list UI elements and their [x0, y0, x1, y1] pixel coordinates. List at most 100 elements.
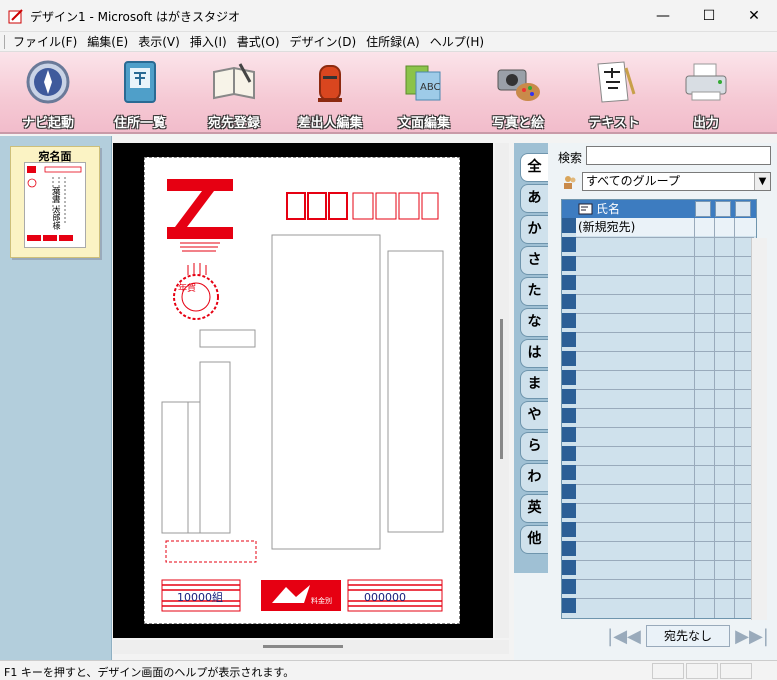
maximize-icon: ☐ [702, 8, 716, 24]
group-icon [564, 176, 576, 189]
mailbox-icon [318, 65, 342, 102]
sender-edit-label: 差出人編集 [297, 116, 363, 131]
tab-all[interactable]: 全 [520, 153, 548, 182]
lottery-fee-label: 料金別 [311, 596, 332, 605]
menu-format[interactable]: 書式(O) [237, 33, 280, 50]
print-column-icon[interactable] [735, 201, 751, 217]
address-side-thumbnail[interactable]: 宛名面 葉書 太郎様 [10, 146, 100, 258]
recipient-address-frame [271, 234, 381, 550]
address-book-panel: 全 あ か さ た な は ま や ら わ 英 他 検索 すべてのグループ ▼ … [514, 143, 777, 660]
sender-postal-boxes [165, 540, 257, 563]
menu-help[interactable]: ヘルプ(H) [430, 33, 484, 50]
menu-edit[interactable]: 編集(E) [87, 33, 128, 50]
last-record-icon[interactable]: ▶▶| [732, 625, 772, 649]
text-label: テキスト [588, 116, 640, 131]
navi-button[interactable]: ナビ起動 [6, 56, 90, 132]
close-button[interactable]: ✕ [731, 0, 777, 32]
output-button[interactable]: 出力 [664, 56, 748, 132]
menu-file[interactable]: ファイル(F) [13, 33, 77, 50]
vertical-scroll-thumb[interactable] [500, 319, 503, 459]
tab-na[interactable]: な [520, 308, 548, 337]
status-pane [720, 663, 752, 679]
address-table-scrollbar[interactable] [751, 238, 767, 620]
title-bar: デザイン1 - Microsoft はがきスタジオ — ☐ ✕ [0, 0, 777, 32]
lottery-crane-panel [261, 580, 341, 611]
sent-column-icon[interactable] [695, 201, 711, 217]
search-input[interactable] [586, 146, 771, 165]
status-pane [686, 663, 718, 679]
status-bar: F1 キーを押すと、デザイン画面のヘルプが表示されます。 [0, 660, 777, 680]
menu-address[interactable]: 住所録(A) [366, 33, 420, 50]
sender-edit-button[interactable]: 差出人編集 [288, 56, 372, 132]
tab-a[interactable]: あ [520, 184, 548, 213]
tab-sa[interactable]: さ [520, 246, 548, 275]
register-button[interactable]: 宛先登録 [192, 56, 276, 132]
tab-eng[interactable]: 英 [520, 494, 548, 523]
stamp-label: 年賀 [178, 282, 196, 294]
row-marker-column [562, 218, 576, 618]
document-edit-icon: ABC [405, 65, 441, 101]
zodiac-snake-icon [167, 179, 233, 252]
tab-ma[interactable]: ま [520, 370, 548, 399]
status-pane [652, 663, 684, 679]
window-title: デザイン1 - Microsoft はがきスタジオ [30, 10, 241, 24]
status-text: F1 キーを押すと、デザイン画面のヘルプが表示されます。 [4, 666, 295, 679]
grid-line [694, 218, 695, 618]
text-edit-button[interactable]: ABC 文面編集 [382, 56, 466, 132]
compass-icon [26, 60, 70, 104]
photo-button[interactable]: 写真と絵 [476, 56, 560, 132]
index-tab-strip: 全 あ か さ た な は ま や ら わ 英 他 [514, 143, 548, 573]
main-toolbar: ナビ起動 住所一覧 宛先登録 差出人編集 ABC 文面編集 写真と絵 テキスト … [0, 52, 777, 134]
horizontal-scroll-thumb[interactable] [263, 645, 343, 648]
menu-bar: ファイル(F) 編集(E) 表示(V) 挿入(I) 書式(O) デザイン(D) … [0, 32, 777, 52]
group-select[interactable]: すべてのグループ ▼ [582, 172, 771, 191]
tab-ra[interactable]: ら [520, 432, 548, 461]
minimize-button[interactable]: — [640, 0, 686, 32]
first-record-icon[interactable]: |◀◀ [604, 625, 644, 649]
tab-ta[interactable]: た [520, 277, 548, 306]
address-list-label: 住所一覧 [113, 116, 166, 131]
menu-design[interactable]: デザイン(D) [290, 33, 357, 50]
printer-icon [685, 63, 727, 101]
close-icon: ✕ [748, 8, 760, 24]
postcard-layout: 年賀 10000組 料金別 000000 [161, 179, 444, 612]
grid-line [734, 218, 735, 618]
text-edit-label: 文面編集 [397, 116, 450, 131]
address-table[interactable]: 氏名 (新規宛先) [561, 199, 757, 619]
maximize-button[interactable]: ☐ [686, 0, 732, 32]
canvas-horizontal-scrollbar[interactable] [113, 640, 509, 654]
postal-code-boxes [286, 192, 439, 220]
column-name-header[interactable]: 氏名 [576, 200, 694, 218]
menu-insert[interactable]: 挿入(I) [190, 33, 227, 50]
mini-postcard: 葉書 太郎様 [24, 162, 86, 248]
received-column-icon[interactable] [715, 201, 731, 217]
chevron-down-icon[interactable]: ▼ [754, 173, 770, 190]
new-entry-row[interactable]: (新規宛先) [576, 218, 756, 236]
navi-label: ナビ起動 [21, 116, 74, 131]
address-list-button[interactable]: 住所一覧 [98, 56, 182, 132]
mini-recipient-name: 葉書 太郎様 [52, 187, 61, 230]
tab-ha[interactable]: は [520, 339, 548, 368]
group-select-value: すべてのグループ [586, 174, 680, 188]
text-button[interactable]: テキスト [572, 56, 656, 132]
menu-grip [4, 34, 7, 49]
address-table-header: 氏名 [562, 200, 756, 218]
address-book-icon [124, 61, 156, 103]
postcard-address-side[interactable]: 年賀 10000組 料金別 000000 [144, 157, 460, 624]
tab-other[interactable]: 他 [520, 525, 548, 554]
output-label: 出力 [692, 116, 719, 131]
sender-extra-frame [187, 401, 201, 534]
search-label: 検索 [558, 151, 583, 165]
register-label: 宛先登録 [207, 116, 260, 131]
card-icon [578, 203, 593, 215]
column-name-label: 氏名 [596, 202, 621, 216]
menu-view[interactable]: 表示(V) [138, 33, 180, 50]
register-book-icon [213, 63, 255, 100]
lottery-left-number: 10000組 [177, 591, 223, 604]
tab-wa[interactable]: わ [520, 463, 548, 492]
canvas-vertical-scrollbar[interactable] [495, 143, 509, 638]
page-thumbnail-panel: 宛名面 葉書 太郎様 [0, 136, 112, 660]
tab-ka[interactable]: か [520, 215, 548, 244]
tab-ya[interactable]: や [520, 401, 548, 430]
hagaki-app-icon [8, 9, 23, 24]
